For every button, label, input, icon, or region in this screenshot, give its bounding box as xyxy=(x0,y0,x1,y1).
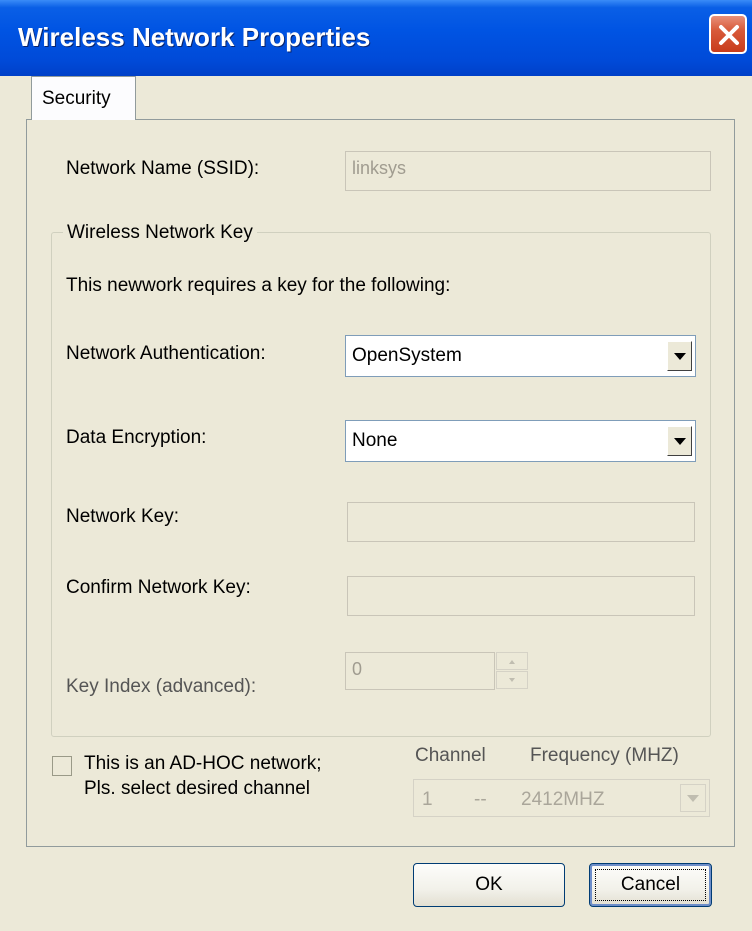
encryption-label: Data Encryption: xyxy=(66,427,207,448)
chevron-down-icon xyxy=(687,795,699,802)
adhoc-checkbox[interactable] xyxy=(52,756,72,776)
key-index-label: Key Index (advanced): xyxy=(66,676,257,697)
frequency-header: Frequency (MHZ) xyxy=(530,745,679,766)
channel-value: 1 xyxy=(422,789,433,810)
auth-value: OpenSystem xyxy=(352,345,462,366)
wireless-properties-dialog: Wireless Network Properties Security Net… xyxy=(0,0,752,931)
spin-down-button xyxy=(496,671,528,689)
ssid-field: linksys xyxy=(345,151,711,191)
encryption-select[interactable]: None xyxy=(345,420,696,462)
key-index-value: 0 xyxy=(352,659,363,679)
network-key-field[interactable] xyxy=(347,502,695,542)
confirm-key-field[interactable] xyxy=(347,576,695,616)
adhoc-label-line1: This is an AD-HOC network; xyxy=(84,753,322,774)
chevron-down-icon xyxy=(674,353,686,360)
ssid-label: Network Name (SSID): xyxy=(66,158,260,179)
close-icon xyxy=(719,25,739,45)
encryption-value: None xyxy=(352,430,398,451)
close-button[interactable] xyxy=(709,14,747,54)
network-key-label: Network Key: xyxy=(66,506,179,527)
chevron-down-icon xyxy=(509,678,515,682)
key-intro-text: This newwork requires a key for the foll… xyxy=(66,275,451,296)
cancel-button[interactable]: Cancel xyxy=(589,863,712,907)
tab-security[interactable]: Security xyxy=(31,76,136,120)
ssid-value: linksys xyxy=(352,158,407,178)
auth-select[interactable]: OpenSystem xyxy=(345,335,696,377)
key-index-spinner xyxy=(496,652,530,690)
confirm-key-label: Confirm Network Key: xyxy=(66,577,251,598)
title-bar: Wireless Network Properties xyxy=(0,0,752,76)
channel-header: Channel xyxy=(415,745,486,766)
focus-ring xyxy=(595,869,706,901)
encryption-dropdown-button[interactable] xyxy=(667,426,692,456)
key-index-field: 0 xyxy=(345,652,495,690)
channel-select: 1 -- 2412MHZ xyxy=(413,779,710,817)
chevron-down-icon xyxy=(674,438,686,445)
tab-label: Security xyxy=(42,88,111,109)
auth-label: Network Authentication: xyxy=(66,343,266,364)
ok-button[interactable]: OK xyxy=(413,863,565,907)
frequency-value: 2412MHZ xyxy=(521,789,605,810)
spin-up-button xyxy=(496,652,528,670)
channel-dropdown-button xyxy=(680,784,706,812)
window-title: Wireless Network Properties xyxy=(18,22,371,52)
channel-separator: -- xyxy=(474,789,487,810)
adhoc-label-line2: Pls. select desired channel xyxy=(84,778,311,799)
auth-dropdown-button[interactable] xyxy=(667,341,692,371)
chevron-up-icon xyxy=(509,660,515,664)
ok-button-label: OK xyxy=(475,874,503,895)
groupbox-legend: Wireless Network Key xyxy=(63,222,257,244)
